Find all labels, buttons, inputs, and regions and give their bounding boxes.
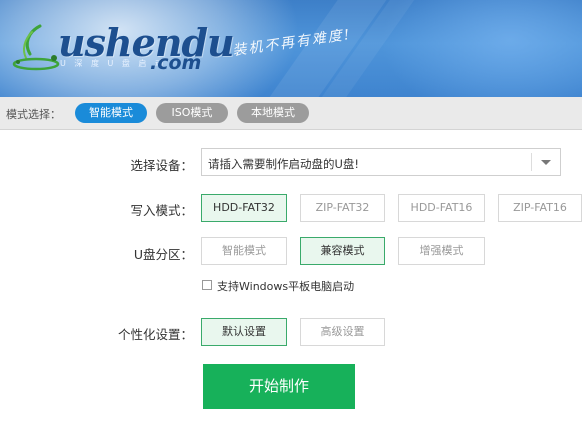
write-mode-zip-fat32[interactable]: ZIP-FAT32: [300, 194, 385, 222]
tablet-support-label[interactable]: 支持Windows平板电脑启动: [217, 278, 354, 294]
logo-domain: .com: [150, 52, 202, 74]
advanced-settings-button[interactable]: 高级设置: [300, 318, 385, 346]
write-mode-hdd-fat16[interactable]: HDD-FAT16: [398, 194, 485, 222]
tablet-support-checkbox[interactable]: [202, 280, 212, 290]
header-banner: ushendu U 深 度 U 盘 启 动 .com 装机不再有难度!: [0, 0, 582, 97]
write-mode-label: 写入模式：: [130, 203, 193, 218]
partition-enhanced[interactable]: 增强模式: [398, 237, 485, 265]
write-mode-hdd-fat32[interactable]: HDD-FAT32: [201, 194, 287, 222]
default-settings-button[interactable]: 默认设置: [201, 318, 287, 346]
write-mode-zip-fat16[interactable]: ZIP-FAT16: [498, 194, 582, 222]
mode-bar: 模式选择： 智能模式 ISO模式 本地模式: [0, 97, 582, 130]
tab-smart-mode[interactable]: 智能模式: [75, 103, 147, 123]
logo-swirl-icon: [12, 24, 60, 71]
device-select[interactable]: 请插入需要制作启动盘的U盘!: [201, 148, 561, 176]
device-label: 选择设备：: [130, 158, 193, 173]
device-select-value: 请插入需要制作启动盘的U盘!: [208, 157, 360, 171]
start-button[interactable]: 开始制作: [203, 364, 355, 409]
partition-compatible[interactable]: 兼容模式: [300, 237, 385, 265]
personalize-label: 个性化设置：: [117, 327, 193, 342]
mode-bar-label: 模式选择：: [6, 108, 61, 121]
chevron-down-icon[interactable]: [541, 160, 551, 165]
banner-glow-right: [380, 0, 582, 97]
partition-smart[interactable]: 智能模式: [201, 237, 287, 265]
select-divider: [531, 153, 532, 171]
tab-local-mode[interactable]: 本地模式: [237, 103, 309, 123]
partition-label: U盘分区：: [133, 247, 193, 262]
tab-iso-mode[interactable]: ISO模式: [156, 103, 228, 123]
